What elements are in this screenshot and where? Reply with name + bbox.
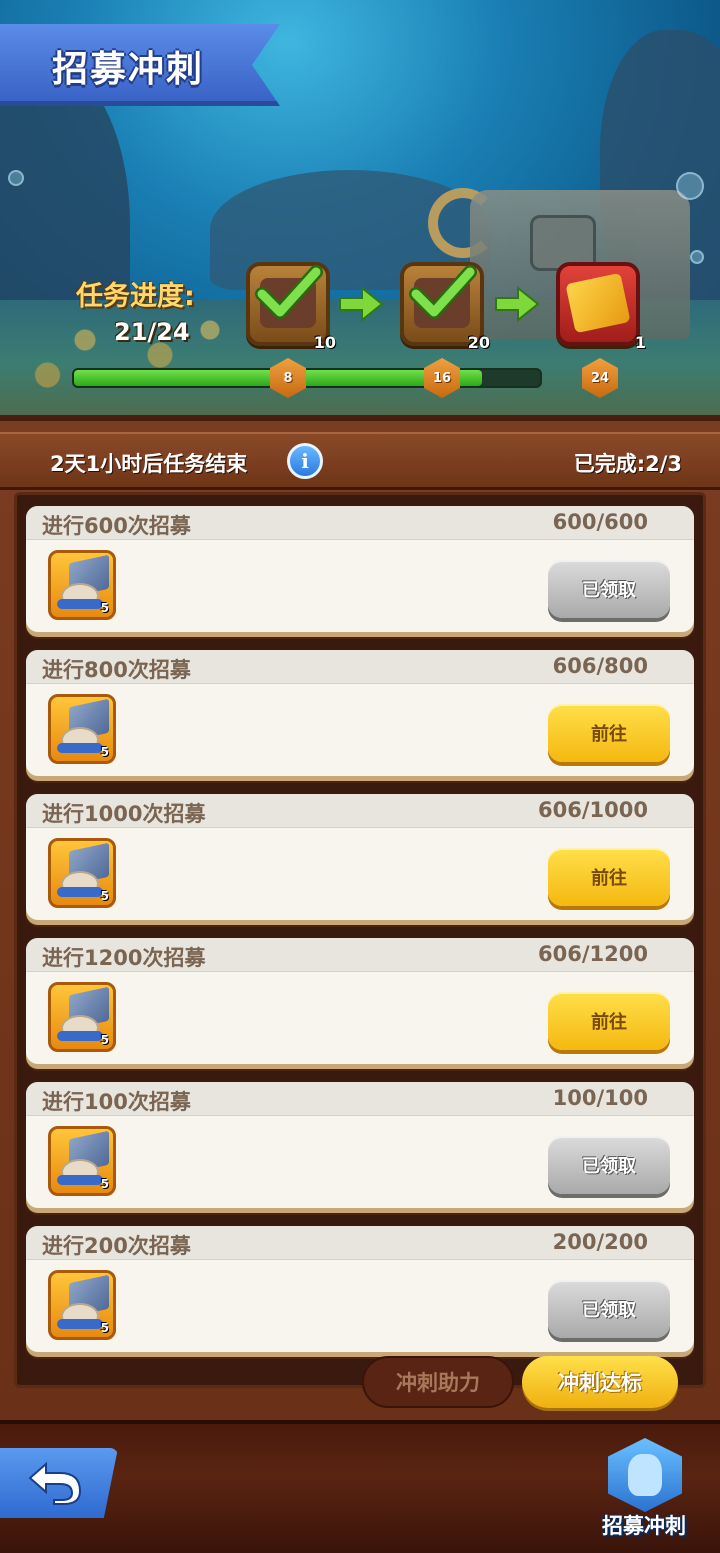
reward-qty: 5 <box>100 889 109 903</box>
task-progress: 606/1200 <box>538 942 648 966</box>
task-card: 进行600次招募 600/600 5 已领取 <box>26 506 694 632</box>
recruit-flag-icon[interactable]: 5 <box>48 838 116 908</box>
tab-sprint-target[interactable]: 冲刺达标 <box>522 1356 678 1408</box>
coin-bag-icon <box>608 1438 682 1512</box>
task-name: 进行600次招募 <box>42 514 191 538</box>
back-arrow-icon <box>28 1461 82 1505</box>
recruit-flag-icon[interactable]: 5 <box>48 694 116 764</box>
task-name: 进行800次招募 <box>42 658 191 682</box>
milestone-reward-1[interactable]: 10 <box>246 262 336 352</box>
go-button[interactable]: 前往 <box>548 848 670 906</box>
reward-qty: 5 <box>100 1033 109 1047</box>
task-progress: 200/200 <box>552 1230 648 1254</box>
claimed-button[interactable]: 已领取 <box>548 1280 670 1338</box>
task-card: 进行1000次招募 606/1000 5 前往 <box>26 794 694 920</box>
task-progress-value: 21/24 <box>114 318 190 346</box>
task-card: 进行100次招募 100/100 5 已领取 <box>26 1082 694 1208</box>
bubble-decoration <box>8 170 24 186</box>
milestone-qty: 20 <box>467 333 490 352</box>
recruit-flag-icon[interactable]: 5 <box>48 550 116 620</box>
recruit-flag-icon[interactable]: 5 <box>48 982 116 1052</box>
milestone-qty: 10 <box>313 333 336 352</box>
nav-recruit-label: 招募冲刺 <box>602 1514 686 1538</box>
milestone-reward-2[interactable]: 20 <box>400 262 490 352</box>
reward-qty: 5 <box>100 601 109 615</box>
task-card: 进行1200次招募 606/1200 5 前往 <box>26 938 694 1064</box>
time-remaining: 2天1小时后任务结束 <box>50 452 248 476</box>
task-progress: 100/100 <box>552 1086 648 1110</box>
task-name: 进行1000次招募 <box>42 802 206 826</box>
task-progress: 606/1000 <box>538 798 648 822</box>
task-card: 进行800次招募 606/800 5 前往 <box>26 650 694 776</box>
task-name: 进行100次招募 <box>42 1090 191 1114</box>
arrow-right-icon <box>339 285 384 323</box>
golden-scroll-icon <box>565 272 631 334</box>
claimed-button[interactable]: 已领取 <box>548 560 670 618</box>
reward-qty: 5 <box>100 1177 109 1191</box>
task-name: 进行200次招募 <box>42 1234 191 1258</box>
task-progress-bar <box>72 368 542 388</box>
tab-sprint-boost[interactable]: 冲刺助力 <box>362 1356 514 1408</box>
go-button[interactable]: 前往 <box>548 704 670 762</box>
go-button[interactable]: 前往 <box>548 992 670 1050</box>
nav-recruit-sprint[interactable]: 招募冲刺 <box>594 1438 694 1548</box>
check-icon <box>255 265 323 319</box>
bubble-decoration <box>676 172 704 200</box>
claimed-button[interactable]: 已领取 <box>548 1136 670 1194</box>
recruit-flag-icon[interactable]: 5 <box>48 1126 116 1196</box>
task-progress-label: 任务进度: <box>76 281 195 312</box>
bubble-decoration <box>690 250 704 264</box>
page-title: 招募冲刺 <box>52 49 205 90</box>
info-icon[interactable]: i <box>287 443 323 479</box>
task-progress: 606/800 <box>552 654 648 678</box>
milestone-qty: 1 <box>634 333 646 352</box>
task-progress: 600/600 <box>552 510 648 534</box>
arrow-right-icon <box>495 285 540 323</box>
back-button[interactable] <box>0 1448 118 1518</box>
check-icon <box>409 265 477 319</box>
reward-qty: 5 <box>100 745 109 759</box>
task-card: 进行200次招募 200/200 5 已领取 <box>26 1226 694 1352</box>
completed-count: 已完成:2/3 <box>573 452 682 476</box>
task-name: 进行1200次招募 <box>42 946 206 970</box>
recruit-flag-icon[interactable]: 5 <box>48 1270 116 1340</box>
reward-qty: 5 <box>100 1321 109 1335</box>
milestone-reward-3[interactable]: 1 <box>556 262 646 352</box>
